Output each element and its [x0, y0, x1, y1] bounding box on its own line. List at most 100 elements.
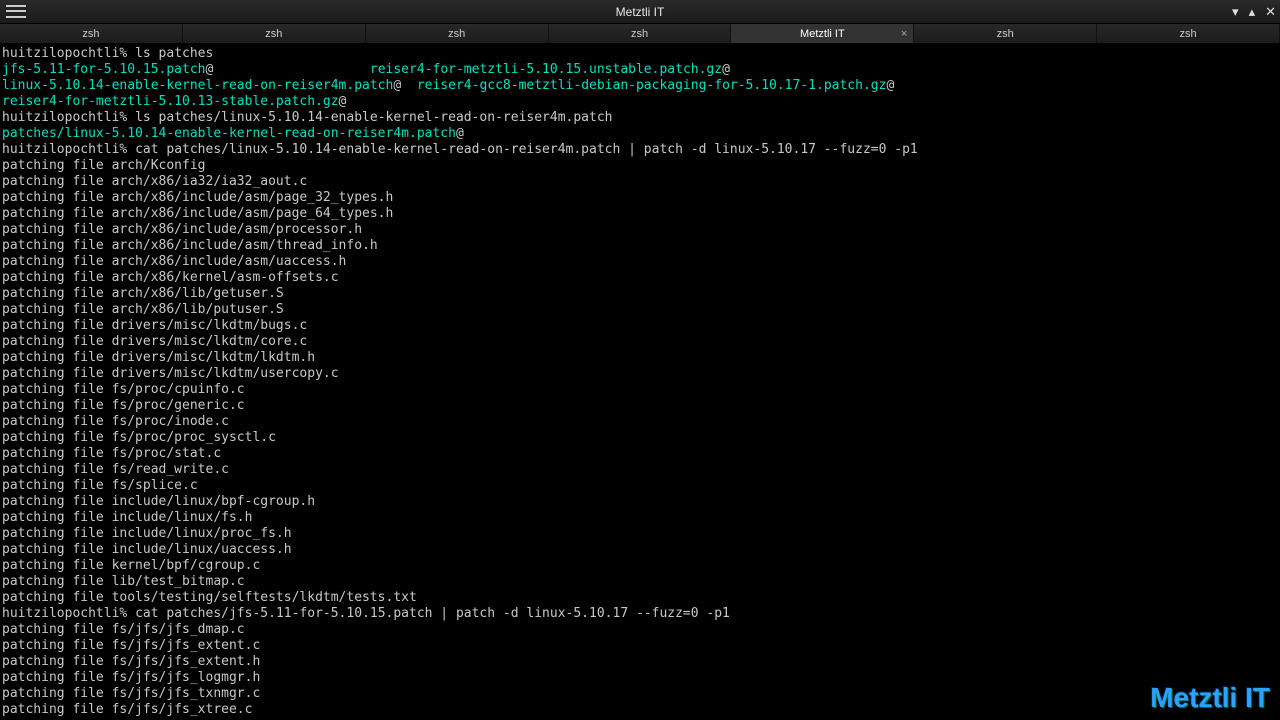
- terminal-segment: patches/linux-5.10.14-enable-kernel-read…: [2, 126, 456, 141]
- tab-close-icon[interactable]: ×: [901, 28, 907, 40]
- terminal-line: patching file arch/x86/include/asm/uacce…: [2, 254, 1278, 270]
- terminal-line: patching file fs/proc/stat.c: [2, 446, 1278, 462]
- tab-zsh-6[interactable]: zsh: [1097, 24, 1280, 43]
- terminal-segment: patching file drivers/misc/lkdtm/bugs.c: [2, 318, 307, 333]
- terminal-segment: patching file arch/x86/include/asm/proce…: [2, 222, 362, 237]
- tab-zsh-3[interactable]: zsh: [549, 24, 732, 43]
- terminal-segment: huitzilopochtli%: [2, 142, 135, 157]
- terminal-line: patching file include/linux/fs.h: [2, 510, 1278, 526]
- terminal-line: patches/linux-5.10.14-enable-kernel-read…: [2, 126, 1278, 142]
- terminal-line: patching file fs/proc/generic.c: [2, 398, 1278, 414]
- terminal-segment: @: [339, 94, 347, 109]
- terminal-line: patching file arch/x86/ia32/ia32_aout.c: [2, 174, 1278, 190]
- terminal-segment: reiser4-for-metztli-5.10.13-stable.patch…: [2, 94, 339, 109]
- terminal-segment: patching file include/linux/uaccess.h: [2, 542, 292, 557]
- terminal-segment: ls patches: [135, 46, 213, 61]
- terminal-segment: @: [886, 78, 894, 93]
- terminal-segment: patching file arch/x86/lib/getuser.S: [2, 286, 284, 301]
- terminal-segment: patching file fs/jfs/jfs_extent.c: [2, 638, 260, 653]
- terminal-segment: patching file arch/x86/include/asm/page_…: [2, 206, 393, 221]
- terminal-segment: patching file fs/jfs/jfs_logmgr.h: [2, 670, 260, 685]
- terminal-line: patching file fs/proc/proc_sysctl.c: [2, 430, 1278, 446]
- terminal-segment: patching file tools/testing/selftests/lk…: [2, 590, 417, 605]
- terminal-line: patching file lib/test_bitmap.c: [2, 574, 1278, 590]
- terminal-line: patching file arch/x86/kernel/asm-offset…: [2, 270, 1278, 286]
- terminal-line: patching file fs/jfs/jfs_xtree.c: [2, 702, 1278, 718]
- terminal-segment: patching file fs/jfs/jfs_extent.h: [2, 654, 260, 669]
- terminal-segment: huitzilopochtli%: [2, 606, 135, 621]
- tab-zsh-0[interactable]: zsh: [0, 24, 183, 43]
- terminal-line: patching file fs/jfs/jfs_dmap.c: [2, 622, 1278, 638]
- terminal-segment: reiser4-for-metztli-5.10.15.unstable.pat…: [370, 62, 722, 77]
- terminal-segment: patching file fs/proc/generic.c: [2, 398, 245, 413]
- terminal-segment: patching file include/linux/fs.h: [2, 510, 252, 525]
- terminal-line: huitzilopochtli% ls patches: [2, 46, 1278, 62]
- tab-metztli-it-4[interactable]: Metztli IT ×: [731, 24, 914, 43]
- terminal-segment: patching file drivers/misc/lkdtm/lkdtm.h: [2, 350, 315, 365]
- tab-label: zsh: [82, 28, 99, 40]
- terminal-segment: patching file lib/test_bitmap.c: [2, 574, 245, 589]
- terminal-line: patching file arch/x86/lib/getuser.S: [2, 286, 1278, 302]
- tab-label: zsh: [448, 28, 465, 40]
- terminal-output[interactable]: huitzilopochtli% ls patchesjfs-5.11-for-…: [0, 44, 1280, 720]
- terminal-line: jfs-5.11-for-5.10.15.patch@ reiser4-for-…: [2, 62, 1278, 78]
- terminal-segment: linux-5.10.14-enable-kernel-read-on-reis…: [2, 78, 393, 93]
- terminal-segment: patching file fs/proc/inode.c: [2, 414, 229, 429]
- terminal-line: huitzilopochtli% cat patches/jfs-5.11-fo…: [2, 606, 1278, 622]
- maximize-icon[interactable]: ▴: [1249, 4, 1256, 20]
- terminal-segment: patching file arch/x86/lib/putuser.S: [2, 302, 284, 317]
- window-controls: ▾ ▴ ✕: [1232, 4, 1276, 20]
- terminal-line: patching file include/linux/proc_fs.h: [2, 526, 1278, 542]
- terminal-line: patching file include/linux/uaccess.h: [2, 542, 1278, 558]
- terminal-line: patching file drivers/misc/lkdtm/core.c: [2, 334, 1278, 350]
- tab-zsh-5[interactable]: zsh: [914, 24, 1097, 43]
- tab-label: zsh: [997, 28, 1014, 40]
- terminal-line: patching file include/linux/bpf-cgroup.h: [2, 494, 1278, 510]
- terminal-segment: patching file fs/read_write.c: [2, 462, 229, 477]
- menu-icon[interactable]: [6, 4, 26, 20]
- terminal-line: patching file fs/jfs/jfs_extent.h: [2, 654, 1278, 670]
- tab-label: zsh: [1180, 28, 1197, 40]
- terminal-segment: patching file arch/x86/include/asm/uacce…: [2, 254, 346, 269]
- terminal-line: reiser4-for-metztli-5.10.13-stable.patch…: [2, 94, 1278, 110]
- terminal-line: patching file drivers/misc/lkdtm/bugs.c: [2, 318, 1278, 334]
- terminal-segment: patching file drivers/misc/lkdtm/core.c: [2, 334, 307, 349]
- terminal-line: patching file fs/jfs/jfs_extent.c: [2, 638, 1278, 654]
- terminal-line: patching file drivers/misc/lkdtm/lkdtm.h: [2, 350, 1278, 366]
- window-title: Metztli IT: [616, 5, 665, 19]
- tab-label: zsh: [631, 28, 648, 40]
- terminal-segment: patching file fs/proc/stat.c: [2, 446, 221, 461]
- terminal-line: patching file arch/x86/include/asm/threa…: [2, 238, 1278, 254]
- terminal-segment: patching file drivers/misc/lkdtm/usercop…: [2, 366, 339, 381]
- terminal-segment: patching file include/linux/bpf-cgroup.h: [2, 494, 315, 509]
- tab-zsh-1[interactable]: zsh: [183, 24, 366, 43]
- close-icon[interactable]: ✕: [1265, 4, 1276, 20]
- terminal-line: huitzilopochtli% ls patches/linux-5.10.1…: [2, 110, 1278, 126]
- terminal-segment: huitzilopochtli%: [2, 46, 135, 61]
- terminal-line: patching file arch/x86/include/asm/page_…: [2, 190, 1278, 206]
- terminal-segment: @: [722, 62, 730, 77]
- terminal-line: patching file kernel/bpf/cgroup.c: [2, 558, 1278, 574]
- tabbar: zsh zsh zsh zsh Metztli IT × zsh zsh: [0, 24, 1280, 44]
- terminal-segment: patching file fs/splice.c: [2, 478, 198, 493]
- terminal-segment: patching file arch/x86/include/asm/page_…: [2, 190, 393, 205]
- terminal-segment: jfs-5.11-for-5.10.15.patch: [2, 62, 206, 77]
- tab-label: Metztli IT: [800, 28, 845, 40]
- terminal-segment: ls patches/linux-5.10.14-enable-kernel-r…: [135, 110, 612, 125]
- terminal-segment: @: [456, 126, 464, 141]
- terminal-segment: patching file arch/x86/kernel/asm-offset…: [2, 270, 339, 285]
- tab-zsh-2[interactable]: zsh: [366, 24, 549, 43]
- terminal-segment: patching file fs/jfs/jfs_dmap.c: [2, 622, 245, 637]
- titlebar: Metztli IT ▾ ▴ ✕: [0, 0, 1280, 24]
- terminal-line: patching file fs/jfs/jfs_logmgr.h: [2, 670, 1278, 686]
- terminal-segment: patching file fs/proc/proc_sysctl.c: [2, 430, 276, 445]
- terminal-segment: cat patches/linux-5.10.14-enable-kernel-…: [135, 142, 918, 157]
- minimize-icon[interactable]: ▾: [1232, 4, 1239, 20]
- terminal-segment: patching file include/linux/proc_fs.h: [2, 526, 292, 541]
- terminal-line: patching file arch/x86/include/asm/proce…: [2, 222, 1278, 238]
- terminal-segment: @: [206, 62, 370, 77]
- terminal-segment: huitzilopochtli%: [2, 110, 135, 125]
- terminal-line: patching file fs/proc/inode.c: [2, 414, 1278, 430]
- terminal-line: huitzilopochtli% cat patches/linux-5.10.…: [2, 142, 1278, 158]
- terminal-line: patching file fs/jfs/jfs_txnmgr.c: [2, 686, 1278, 702]
